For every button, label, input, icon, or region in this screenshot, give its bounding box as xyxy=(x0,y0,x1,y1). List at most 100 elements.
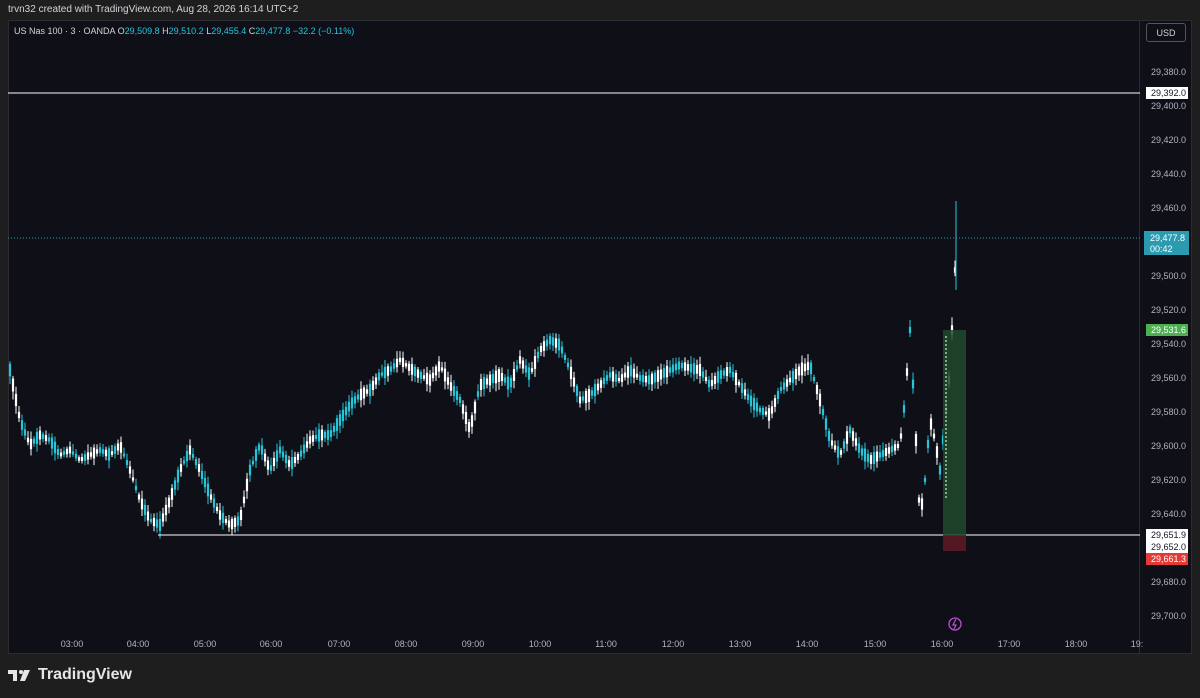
candle-body xyxy=(689,363,693,373)
candle-body xyxy=(749,395,753,407)
candle-body xyxy=(452,386,456,396)
candle-body xyxy=(551,337,555,346)
candle-body xyxy=(269,465,273,471)
candle-body xyxy=(746,394,750,400)
tradingview-brand[interactable]: TradingView xyxy=(8,666,132,684)
candle-body xyxy=(560,346,564,354)
candle-body xyxy=(662,368,666,378)
candle-body xyxy=(227,520,231,528)
candle-body xyxy=(188,445,192,455)
candle-body xyxy=(104,449,108,457)
candle-body xyxy=(836,446,840,458)
candle-body xyxy=(53,441,57,454)
tradingview-logo-icon xyxy=(8,670,30,681)
candle-body xyxy=(440,367,444,371)
candle-body xyxy=(35,431,39,445)
candle-body xyxy=(47,437,51,442)
candle-body xyxy=(32,438,36,444)
candle-body xyxy=(365,389,369,394)
candle-body xyxy=(380,372,384,376)
price-tick-label: 29,680.0 xyxy=(1151,577,1186,587)
candle-body xyxy=(929,418,933,430)
candle-body xyxy=(614,374,618,382)
candle-body xyxy=(755,402,759,412)
candle-body xyxy=(917,497,921,503)
candle-body xyxy=(869,455,873,464)
candle-body xyxy=(224,519,228,523)
candle-body xyxy=(593,383,597,397)
candle-body xyxy=(113,446,117,454)
candle-body xyxy=(383,366,387,379)
price-tick-label: 29,640.0 xyxy=(1151,509,1186,519)
footer xyxy=(0,654,1200,698)
price-tick-label: 29,400.0 xyxy=(1151,101,1186,111)
candle-body xyxy=(722,370,726,376)
candle-body xyxy=(38,430,42,440)
candle-body xyxy=(920,498,924,510)
candle-body xyxy=(875,451,879,462)
candle-body xyxy=(50,437,54,449)
candle-body xyxy=(287,460,291,467)
candle-body xyxy=(260,445,264,455)
candle-body xyxy=(503,377,507,383)
candle-body xyxy=(887,447,891,454)
candle-body xyxy=(698,363,702,377)
candle-body xyxy=(140,498,144,510)
candle-body xyxy=(236,516,240,526)
candle-body xyxy=(125,459,129,466)
candle-body xyxy=(494,370,498,384)
candle-body xyxy=(134,485,138,491)
stop-loss-zone xyxy=(943,535,966,551)
candle-body xyxy=(575,385,579,397)
candle-body xyxy=(311,435,315,442)
candle-body xyxy=(656,370,660,382)
candle-body xyxy=(578,396,582,404)
candle-body xyxy=(251,460,255,465)
candles-layer xyxy=(8,201,957,539)
open-value: 29,509.8 xyxy=(124,26,160,36)
candle-body xyxy=(719,370,723,379)
candle-body xyxy=(647,375,651,385)
candle-body xyxy=(245,478,249,492)
candle-body xyxy=(800,362,804,376)
candle-body xyxy=(137,494,141,500)
candle-body xyxy=(419,372,423,379)
symbol-label[interactable]: US Nas 100 · 3 · OANDA xyxy=(14,26,115,36)
candle-body xyxy=(632,368,636,378)
candle-body xyxy=(431,372,435,379)
candle-body xyxy=(674,363,678,371)
price-tick-label: 29,420.0 xyxy=(1151,135,1186,145)
candle-body xyxy=(500,373,504,381)
time-tick-label: 03:00 xyxy=(61,639,84,649)
candle-body xyxy=(68,446,72,454)
candle-body xyxy=(764,411,768,415)
candle-body xyxy=(788,377,792,383)
candle-body xyxy=(395,358,399,368)
candle-body xyxy=(767,408,771,421)
candle-body xyxy=(218,510,222,520)
candle-body xyxy=(884,448,888,456)
candle-body xyxy=(521,360,525,369)
candle-body xyxy=(77,457,81,461)
candle-body xyxy=(602,377,606,385)
candle-body xyxy=(776,391,780,399)
candle-body xyxy=(326,430,330,440)
candle-body xyxy=(293,456,297,464)
ohlc-legend: US Nas 100 · 3 · OANDA O29,509.8 H29,510… xyxy=(14,26,354,36)
candle-body xyxy=(806,361,810,371)
candle-body xyxy=(458,396,462,404)
candle-body xyxy=(56,448,60,456)
candle-body xyxy=(401,357,405,367)
price-tag-entry: 29,651.9 xyxy=(1146,529,1188,541)
candle-body xyxy=(818,393,822,407)
candle-body xyxy=(761,407,765,416)
currency-button[interactable]: USD xyxy=(1146,23,1186,42)
candle-body xyxy=(278,446,282,454)
candle-body xyxy=(362,387,366,399)
candle-body xyxy=(707,379,711,388)
candlestick-chart[interactable]: 29,380.0 29,400.0 29,420.0 29,440.0 29,460.0… xyxy=(0,0,1200,698)
candle-body xyxy=(11,378,15,392)
countdown-text: 00:42 xyxy=(1150,244,1173,254)
price-tag-stop-loss: 29,661.3 xyxy=(1146,553,1188,565)
candle-body xyxy=(938,465,942,475)
